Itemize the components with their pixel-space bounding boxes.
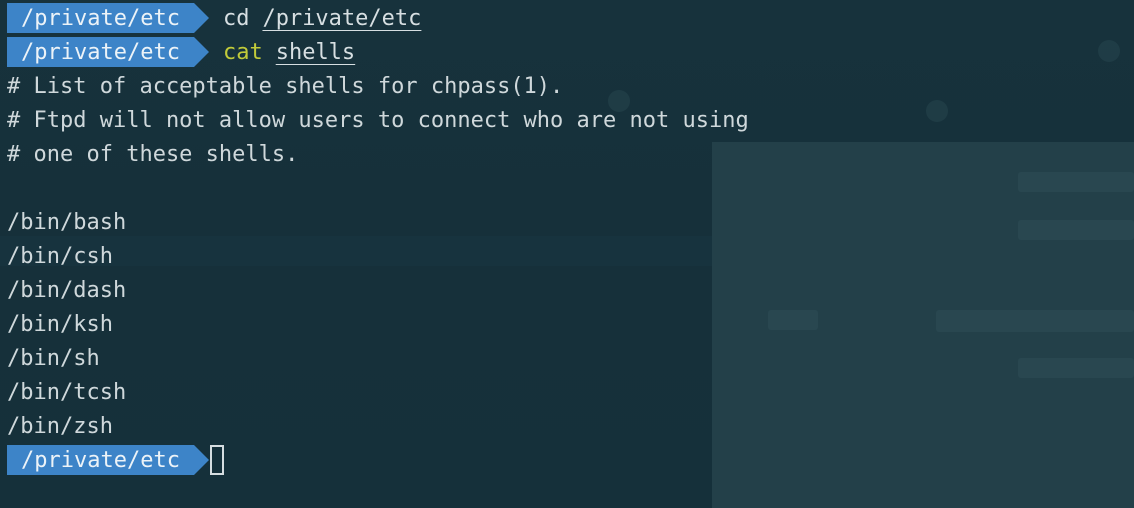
prompt-cwd: /private/etc [7, 445, 209, 475]
output-comment-line: # List of acceptable shells for chpass(1… [7, 73, 564, 99]
prompt-cwd: /private/etc [7, 37, 209, 67]
command-line: /private/etc cd /private/etc [0, 1, 1134, 35]
output-shell-line: /bin/csh [7, 243, 113, 269]
command-name: cat [222, 39, 263, 65]
output-blank-line [0, 171, 1134, 205]
active-prompt-line[interactable]: /private/etc [0, 443, 1134, 477]
terminal-output[interactable]: /private/etc cd /private/etc /private/et… [0, 1, 1134, 477]
output-shell-line: /bin/zsh [7, 413, 113, 439]
output-shell-line: /bin/dash [7, 277, 127, 303]
command-argument: shells [275, 39, 356, 65]
output-shell-line: /bin/sh [7, 345, 100, 371]
output-comment-line: # one of these shells. [7, 141, 299, 167]
prompt-cwd: /private/etc [7, 3, 209, 33]
output-shell-line: /bin/bash [7, 209, 127, 235]
terminal-window[interactable]: /private/etc cd /private/etc /private/et… [0, 0, 1134, 508]
output-shell-line: /bin/ksh [7, 311, 113, 337]
command-name: cd [222, 5, 250, 31]
output-comment-line: # Ftpd will not allow users to connect w… [7, 107, 749, 133]
command-argument: /private/etc [262, 5, 422, 31]
text-cursor[interactable] [209, 445, 224, 475]
command-line: /private/etc cat shells [0, 35, 1134, 69]
output-shell-line: /bin/tcsh [7, 379, 127, 405]
